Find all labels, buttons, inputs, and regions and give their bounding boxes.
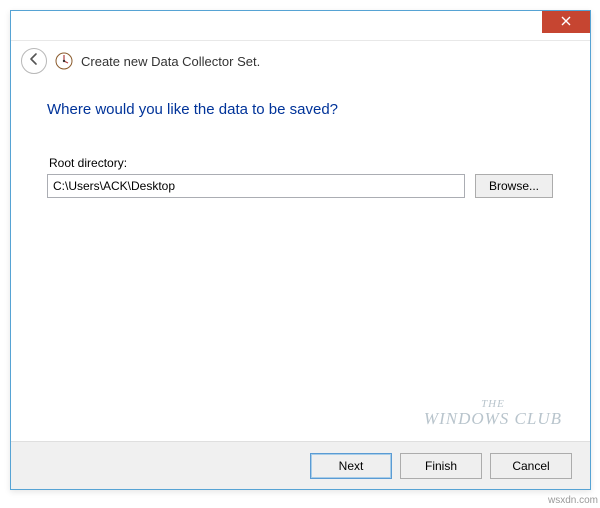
attribution-text: wsxdn.com — [548, 495, 598, 506]
root-directory-input[interactable] — [47, 174, 465, 198]
footer: Next Finish Cancel — [11, 441, 590, 489]
back-button[interactable] — [21, 48, 47, 74]
next-button[interactable]: Next — [310, 453, 392, 479]
wizard-window: Create new Data Collector Set. Where wou… — [10, 10, 591, 490]
watermark-line2: WINDOWS CLUB — [424, 410, 562, 427]
browse-button[interactable]: Browse... — [475, 174, 553, 198]
content-area: Where would you like the data to be save… — [11, 81, 590, 208]
root-directory-row: Browse... — [47, 174, 554, 198]
close-button[interactable] — [542, 11, 590, 33]
header-row: Create new Data Collector Set. — [11, 41, 590, 81]
title-bar — [11, 11, 590, 41]
watermark: THE WINDOWS CLUB — [424, 399, 562, 427]
page-heading: Where would you like the data to be save… — [47, 101, 554, 118]
watermark-line1: THE — [424, 399, 562, 410]
root-directory-label: Root directory: — [47, 156, 554, 170]
wizard-icon — [55, 52, 73, 70]
cancel-button[interactable]: Cancel — [490, 453, 572, 479]
finish-button[interactable]: Finish — [400, 453, 482, 479]
close-icon — [561, 15, 571, 29]
wizard-title: Create new Data Collector Set. — [81, 54, 260, 69]
arrow-left-icon — [27, 52, 41, 71]
